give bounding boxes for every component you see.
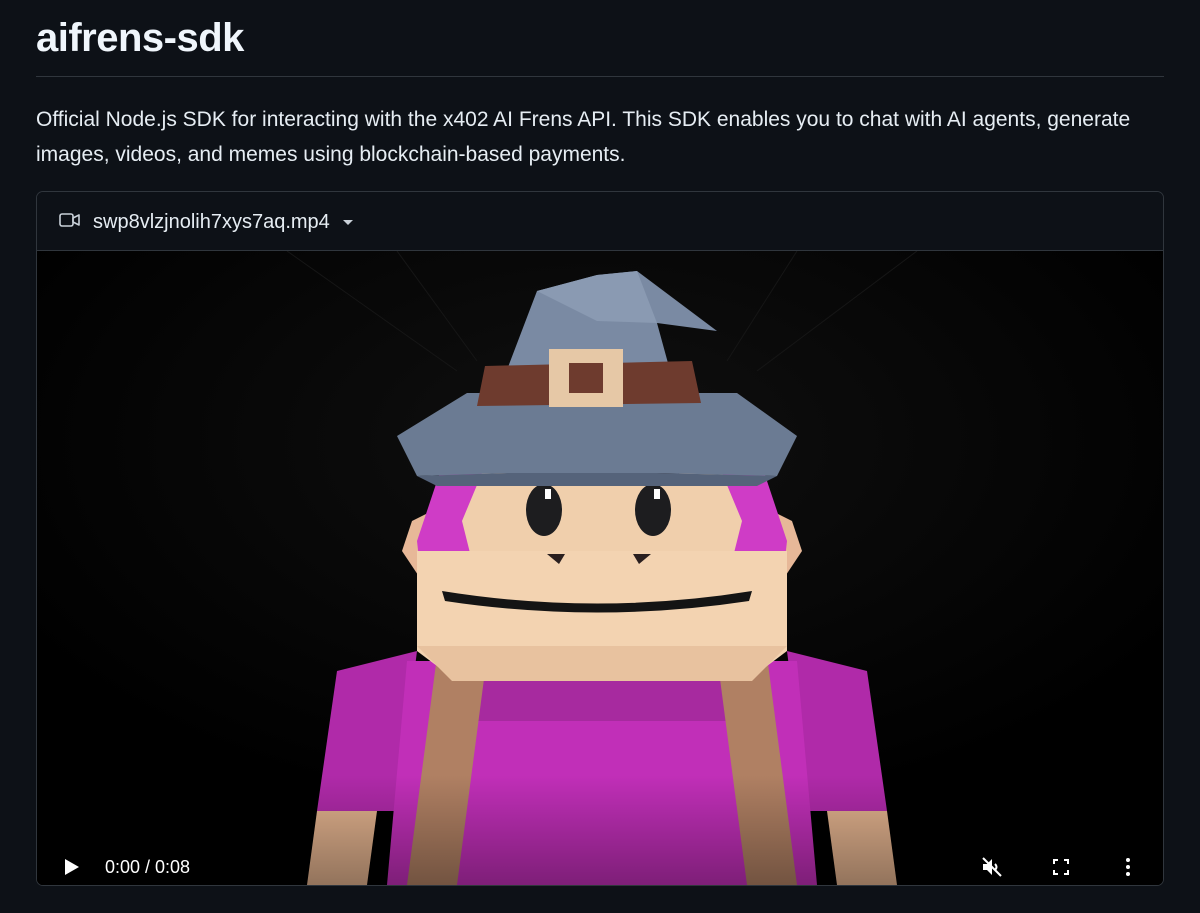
time-display: 0:00 / 0:08 [105,857,191,877]
video-player[interactable]: 0:00 / 0:08 [37,251,1163,885]
file-name: swp8vlzjnolih7xys7aq.mp4 [93,211,330,233]
file-summary-toggle[interactable]: swp8vlzjnolih7xys7aq.mp4 [59,209,354,235]
attachment-header: swp8vlzjnolih7xys7aq.mp4 [37,192,1163,251]
play-icon [65,859,79,875]
page-description: Official Node.js SDK for interacting wit… [36,108,1131,166]
page-title: aifrens-sdk [36,16,244,60]
more-vertical-icon [1126,858,1130,876]
title-divider [36,76,1164,77]
play-button[interactable] [61,857,81,877]
fullscreen-icon [1053,859,1069,875]
video-attachment: swp8vlzjnolih7xys7aq.mp4 0:00 / 0:08 [36,191,1164,886]
fullscreen-button[interactable] [1049,855,1073,879]
caret-down-icon [342,213,354,231]
mute-button[interactable] [980,855,1004,879]
video-camera-icon [59,212,81,233]
muted-speaker-icon [982,857,1002,877]
more-options-button[interactable] [1116,855,1140,879]
readme-page: aifrens-sdk Official Node.js SDK for int… [0,0,1200,913]
